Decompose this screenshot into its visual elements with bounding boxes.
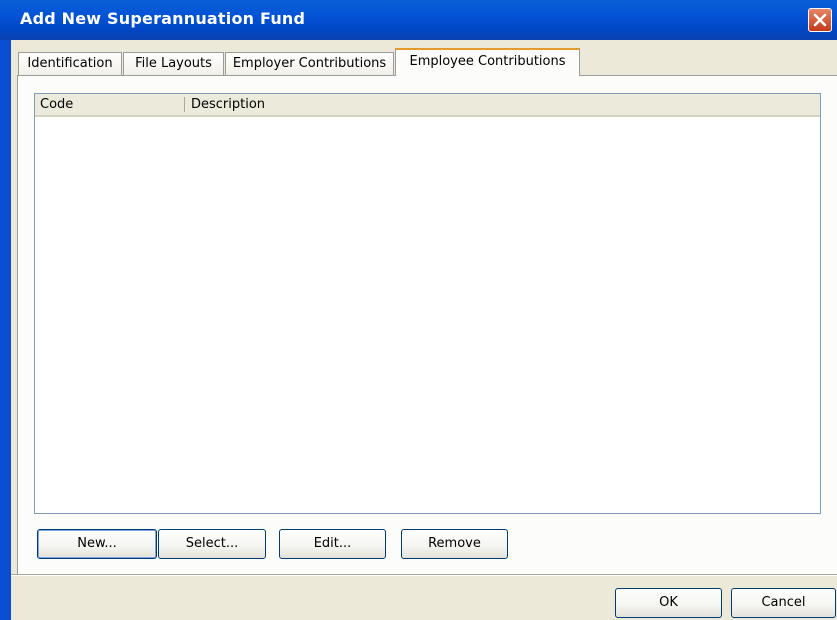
select-button[interactable]: Select... [158, 529, 266, 559]
contributions-list[interactable]: Code Description [34, 93, 821, 514]
tab-employer-contributions[interactable]: Employer Contributions [225, 52, 394, 75]
column-header-description[interactable]: Description [191, 94, 265, 115]
footer-separator-highlight [11, 575, 837, 576]
tab-identification[interactable]: Identification [18, 52, 122, 75]
tab-file-layouts[interactable]: File Layouts [123, 52, 224, 75]
edit-button[interactable]: Edit... [279, 529, 386, 559]
close-button[interactable] [808, 8, 832, 32]
close-icon [813, 13, 827, 27]
window-title: Add New Superannuation Fund [20, 9, 306, 28]
new-button[interactable]: New... [37, 529, 157, 559]
ok-button[interactable]: OK [615, 588, 722, 618]
column-divider[interactable] [184, 97, 185, 112]
window-border [0, 40, 11, 620]
title-bar[interactable]: Add New Superannuation Fund [0, 0, 837, 40]
column-header-code[interactable]: Code [40, 94, 73, 115]
cancel-button[interactable]: Cancel [731, 588, 836, 618]
tab-employee-contributions[interactable]: Employee Contributions [395, 48, 580, 76]
remove-button[interactable]: Remove [401, 529, 508, 559]
list-header: Code Description [35, 94, 820, 117]
